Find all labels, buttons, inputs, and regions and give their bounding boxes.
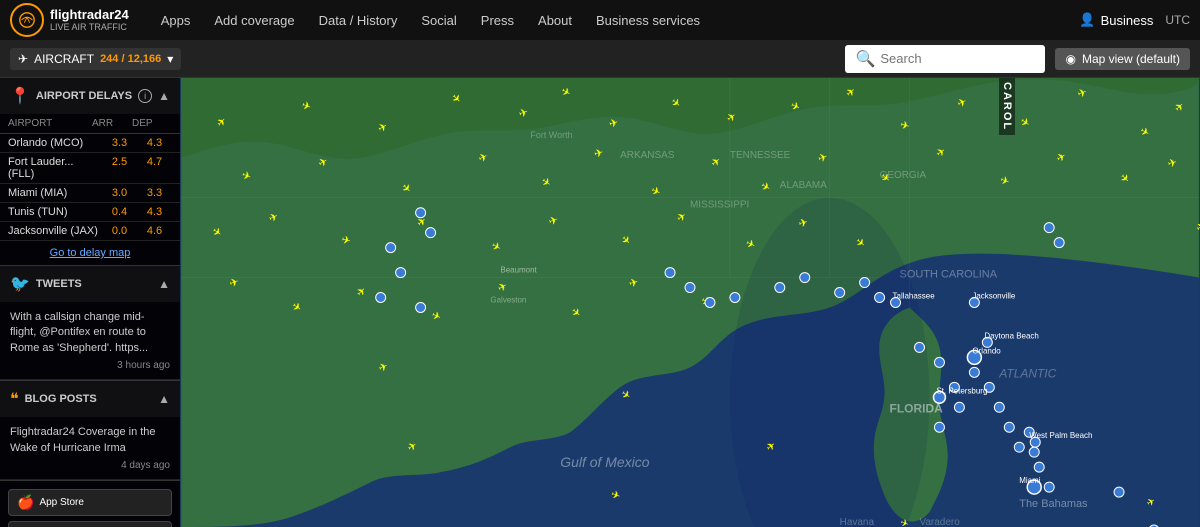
svg-text:Miami: Miami [1019,476,1040,485]
search-icon: 🔍 [855,49,875,69]
aircraft-button[interactable]: ✈ AIRCRAFT 244 / 12,166 ▾ [10,48,181,70]
logo[interactable]: flightradar24 LIVE AIR TRAFFIC [10,3,129,37]
nav-add-coverage[interactable]: Add coverage [202,0,306,40]
info-icon[interactable]: i [138,89,152,103]
business-button[interactable]: 👤 Business [1079,12,1153,28]
plane-icon: ✈ [18,52,28,66]
nav-right: 👤 Business UTC [1079,12,1190,28]
blog-collapse-icon[interactable]: ▲ [158,392,170,406]
tweets-header[interactable]: 🐦 TWEETS ▲ [0,266,180,302]
nav-about[interactable]: About [526,0,584,40]
carol-label: CAROL [999,78,1015,135]
top-nav: flightradar24 LIVE AIR TRAFFIC Apps Add … [0,0,1200,40]
nav-data-history[interactable]: Data / History [307,0,410,40]
main-layout: 📍 AIRPORT DELAYS i ▲ AIRPORT ARR DEP Orl… [0,78,1200,527]
svg-text:Jacksonville: Jacksonville [972,292,1016,301]
delay-map-link[interactable]: Go to delay map [0,241,180,265]
apple-icon: 🍎 [17,494,34,511]
table-row[interactable]: Orlando (MCO) 3.3 4.3 [0,134,180,153]
svg-text:Galveston: Galveston [490,296,526,305]
svg-text:St. Petersburg: St. Petersburg [936,386,987,395]
twitter-icon: 🐦 [10,274,30,294]
svg-text:Fort Worth: Fort Worth [530,130,572,140]
logo-circle [10,3,44,37]
airport-delays-section: 📍 AIRPORT DELAYS i ▲ AIRPORT ARR DEP Orl… [0,78,180,266]
app-store-button[interactable]: 🍎 App Store [8,489,172,516]
svg-text:ALABAMA: ALABAMA [780,180,827,191]
airport-table: AIRPORT ARR DEP Orlando (MCO) 3.3 4.3 Fo… [0,114,180,265]
nav-apps[interactable]: Apps [149,0,203,40]
app-buttons: 🍎 App Store ▶ Google Play [0,481,180,527]
second-bar: ✈ AIRCRAFT 244 / 12,166 ▾ 🔍 ◉ Map view (… [0,40,1200,78]
blog-item[interactable]: Flightradar24 Coverage in the Wake of Hu… [0,417,180,480]
tweet-item: With a callsign change mid-flight, @Pont… [0,302,180,380]
aircraft-count: 244 / 12,166 [100,53,161,65]
sidebar: 📍 AIRPORT DELAYS i ▲ AIRPORT ARR DEP Orl… [0,78,180,527]
svg-text:ATLANTIC: ATLANTIC [998,366,1056,380]
logo-text: flightradar24 [50,8,129,22]
nav-press[interactable]: Press [469,0,526,40]
radio-icon: ◉ [1065,52,1075,66]
collapse-icon[interactable]: ▲ [158,89,170,103]
table-header: AIRPORT ARR DEP [0,114,180,134]
quote-icon: ❝ [10,389,19,409]
user-icon: 👤 [1079,12,1095,28]
svg-text:ARKANSAS: ARKANSAS [620,150,675,161]
svg-text:Tallahassee: Tallahassee [893,292,936,301]
table-row[interactable]: Fort Lauder... (FLL) 2.5 4.7 [0,153,180,184]
svg-text:SOUTH CAROLINA: SOUTH CAROLINA [900,269,998,281]
svg-text:Orlando: Orlando [972,346,1001,355]
airport-delays-header[interactable]: 📍 AIRPORT DELAYS i ▲ [0,78,180,114]
svg-text:West Palm Beach: West Palm Beach [1029,431,1092,440]
svg-text:Daytona Beach: Daytona Beach [984,331,1039,340]
svg-text:Gulf of Mexico: Gulf of Mexico [560,454,649,470]
tweets-section: 🐦 TWEETS ▲ With a callsign change mid-fl… [0,266,180,381]
chevron-down-icon: ▾ [167,52,173,66]
nav-social[interactable]: Social [409,0,468,40]
utc-label: UTC [1165,13,1190,27]
table-row[interactable]: Jacksonville (JAX) 0.0 4.6 [0,222,180,241]
svg-text:The Bahamas: The Bahamas [1019,498,1088,510]
blog-section: ❝ BLOG POSTS ▲ Flightradar24 Coverage in… [0,381,180,481]
blog-header[interactable]: ❝ BLOG POSTS ▲ [0,381,180,417]
svg-text:TENNESSEE: TENNESSEE [730,150,791,161]
google-play-button[interactable]: ▶ Google Play [8,521,172,527]
svg-text:MISSISSIPPI: MISSISSIPPI [690,200,749,211]
nav-business[interactable]: Business services [584,0,712,40]
table-row[interactable]: Miami (MIA) 3.0 3.3 [0,184,180,203]
table-row[interactable]: Tunis (TUN) 0.4 4.3 [0,203,180,222]
map-area[interactable]: Gulf of Mexico ATLANTIC MISSISSIPPI ALAB… [180,78,1200,527]
location-icon: 📍 [10,86,30,106]
logo-sub: LIVE AIR TRAFFIC [50,22,129,32]
svg-text:Varadero: Varadero [919,517,960,527]
main-nav: Apps Add coverage Data / History Social … [149,0,1080,40]
search-container: 🔍 [845,45,1045,73]
aircraft-label: AIRCRAFT [34,52,94,66]
search-input[interactable] [880,51,1035,66]
tweets-collapse-icon[interactable]: ▲ [158,277,170,291]
svg-text:Beaumont: Beaumont [500,266,537,275]
map-view-button[interactable]: ◉ Map view (default) [1055,48,1190,70]
